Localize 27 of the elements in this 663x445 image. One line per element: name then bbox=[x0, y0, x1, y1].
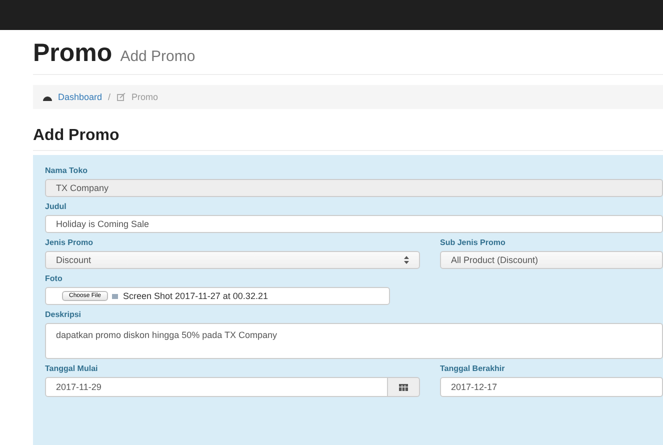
edit-icon bbox=[116, 93, 126, 101]
textarea-field[interactable]: dapatkan promo diskon hingga 50% pada TX Company bbox=[45, 323, 663, 359]
page-title: Promo bbox=[33, 39, 112, 68]
input-field[interactable]: Holiday is Coming Sale bbox=[45, 215, 663, 233]
field-label: Judul bbox=[45, 202, 68, 211]
field-label: Jenis Promo bbox=[45, 238, 94, 247]
field-label: Foto bbox=[45, 274, 64, 283]
date-field[interactable]: 2017-11-29 bbox=[45, 377, 388, 397]
field-label: Nama Toko bbox=[45, 166, 89, 175]
date-field[interactable]: 2017-12-17 bbox=[440, 377, 663, 397]
select-field[interactable]: All Product (Discount) bbox=[440, 251, 663, 269]
select-field[interactable]: Discount bbox=[45, 251, 420, 269]
calendar-button[interactable] bbox=[388, 377, 420, 397]
dashboard-icon bbox=[43, 94, 52, 100]
page-subtitle: Add Promo bbox=[120, 48, 196, 65]
select-arrows-icon bbox=[404, 256, 409, 264]
file-name: Screen Shot 2017-11-27 at 00.32.21 bbox=[123, 291, 268, 301]
calendar-icon bbox=[399, 384, 408, 390]
field-label: Sub Jenis Promo bbox=[440, 238, 506, 247]
field-label: Tanggal Mulai bbox=[45, 364, 99, 373]
field-label: Tanggal Berakhir bbox=[440, 364, 506, 373]
field-label: Deskripsi bbox=[45, 310, 82, 319]
breadcrumb-separator: / bbox=[108, 92, 111, 102]
section-title: Add Promo bbox=[33, 127, 663, 151]
file-icon bbox=[112, 292, 120, 300]
breadcrumb-link[interactable]: Dashboard bbox=[58, 92, 102, 102]
breadcrumb-item: Promo bbox=[132, 92, 158, 102]
